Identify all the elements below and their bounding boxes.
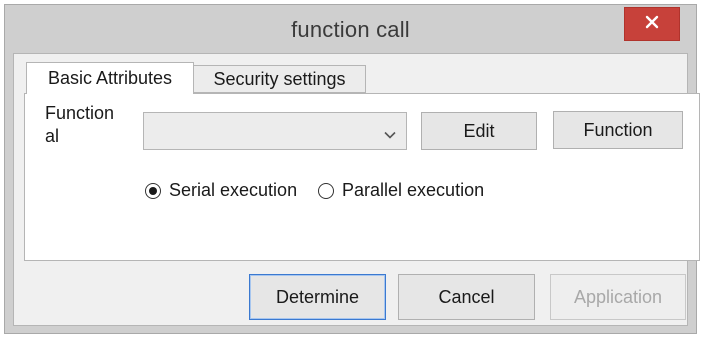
determine-button[interactable]: Determine (249, 274, 386, 320)
functional-label: Function al (45, 102, 125, 148)
serial-execution-radio[interactable]: Serial execution (145, 180, 315, 201)
function-call-dialog: function call Basic Attributes Security … (4, 4, 700, 334)
tab-security-settings-label: Security settings (213, 68, 346, 89)
chevron-down-icon (384, 126, 396, 144)
radio-unselected-icon (318, 182, 334, 199)
window-title: function call (291, 17, 410, 42)
parallel-execution-label: Parallel execution (342, 180, 485, 200)
close-icon (645, 15, 659, 34)
functional-label-text: Function al (45, 103, 115, 146)
radio-dot-icon (149, 186, 157, 195)
function-dropdown[interactable] (143, 112, 407, 150)
parallel-execution-radio[interactable]: Parallel execution (318, 180, 484, 201)
cancel-button[interactable]: Cancel (398, 274, 535, 320)
close-button[interactable] (624, 7, 680, 41)
basic-attributes-panel: Function al Edit Function Serial executi… (24, 93, 700, 261)
application-button[interactable]: Application (550, 274, 686, 320)
dialog-client-area: Basic Attributes Security settings Funct… (13, 53, 700, 326)
title-bar: function call (5, 5, 696, 53)
tab-basic-attributes[interactable]: Basic Attributes (26, 62, 194, 94)
edit-button[interactable]: Edit (421, 112, 537, 150)
function-button[interactable]: Function (553, 111, 683, 149)
serial-execution-label: Serial execution (169, 180, 298, 200)
radio-selected-icon (145, 182, 161, 199)
tab-basic-attributes-label: Basic Attributes (47, 68, 173, 88)
tab-security-settings[interactable]: Security settings (194, 65, 366, 93)
